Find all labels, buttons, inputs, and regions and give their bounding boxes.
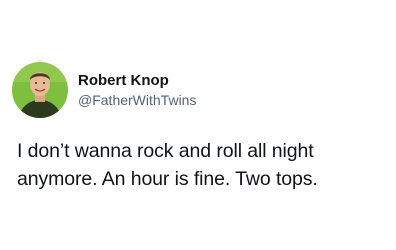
user-handle[interactable]: @FatherWithTwins <box>78 91 196 109</box>
tweet-text-line-2: anymore. An hour is fine. Two tops. <box>17 168 318 190</box>
author-names: Robert Knop @FatherWithTwins <box>78 71 196 109</box>
tweet-text-line-1: I don’t wanna rock and roll all night <box>17 140 314 162</box>
tweet-header: Robert Knop @FatherWithTwins <box>12 62 196 118</box>
display-name[interactable]: Robert Knop <box>78 71 196 90</box>
tweet-card: Robert Knop @FatherWithTwins I don’t wan… <box>0 0 396 250</box>
profile-photo-icon <box>12 62 68 118</box>
avatar[interactable] <box>12 62 68 118</box>
tweet-text: I don’t wanna rock and roll all night an… <box>17 137 387 193</box>
